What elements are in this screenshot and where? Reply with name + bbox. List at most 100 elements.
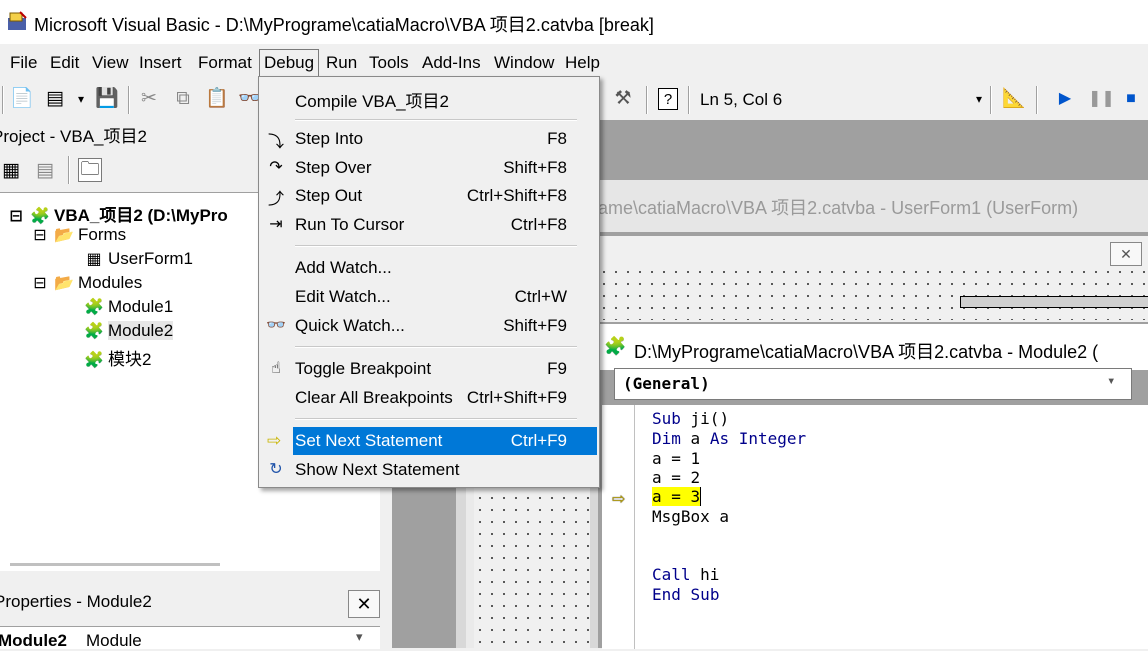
toolbar-separator xyxy=(1036,86,1038,114)
menu-item-shortcut: Ctrl+W xyxy=(514,287,567,306)
tree-forms-folder[interactable]: ⊟ 📂 Forms xyxy=(30,225,126,245)
expand-icon[interactable]: ⊟ xyxy=(30,273,50,293)
menu-separator xyxy=(295,245,577,247)
code-editor[interactable]: ⇨ Sub ji() Dim a As Integer a = 1 a = 2 … xyxy=(602,404,1148,649)
title-bar: Microsoft Visual Basic - D:\MyPrograme\c… xyxy=(0,0,1148,44)
design-mode-icon[interactable]: 📐 xyxy=(1002,88,1026,110)
tree-module2[interactable]: 🧩 Module2 xyxy=(84,321,174,341)
code-line-current: a = 3 xyxy=(652,487,702,506)
paste-icon[interactable]: 📋 xyxy=(205,88,229,110)
find-icon[interactable]: 👓 xyxy=(238,88,262,110)
userform-canvas[interactable] xyxy=(598,266,1148,320)
menu-help[interactable]: Help xyxy=(565,53,600,73)
pause-icon[interactable]: ❚❚ xyxy=(1088,88,1115,110)
tree-module1-label: Module1 xyxy=(108,297,174,316)
horizontal-scrollbar[interactable] xyxy=(10,563,220,566)
menu-item-clear-breakpoints[interactable]: Clear All Breakpoints Ctrl+Shift+F9 xyxy=(259,384,599,412)
menu-item-add-watch[interactable]: Add Watch... xyxy=(259,254,599,282)
expand-icon[interactable]: ⊟ xyxy=(6,206,26,226)
userform-icon: ▦ xyxy=(86,251,102,268)
menu-item-quick-watch[interactable]: 👓 Quick Watch... Shift+F9 xyxy=(259,312,599,340)
tree-module-cn[interactable]: 🧩 模块2 xyxy=(84,345,151,370)
tree-root[interactable]: ⊟ 🧩 VBA_项目2 (D:\MyPro xyxy=(6,201,228,226)
window-title: Microsoft Visual Basic - D:\MyPrograme\c… xyxy=(34,15,654,35)
project-panel-caption: Project - VBA_项目2 xyxy=(0,120,258,148)
menu-item-run-to-cursor[interactable]: ⇥ Run To Cursor Ctrl+F8 xyxy=(259,211,599,239)
menu-insert[interactable]: Insert xyxy=(139,53,182,73)
folder-icon: 📂 xyxy=(54,275,74,292)
menu-file[interactable]: File xyxy=(10,53,37,73)
menu-item-label: Quick Watch... xyxy=(295,316,405,335)
stop-icon[interactable]: ■ xyxy=(1120,88,1142,110)
copy-icon[interactable]: ⧉ xyxy=(172,88,194,110)
userform-window-titlebar: ame\catiaMacro\VBA 项目2.catvba - UserForm… xyxy=(598,180,1148,232)
view-object-icon[interactable]: 📄 xyxy=(10,88,34,110)
tree-modules-folder[interactable]: ⊟ 📂 Modules xyxy=(30,273,142,293)
menu-item-shortcut: F8 xyxy=(547,129,567,148)
menu-item-set-next-statement[interactable]: Set Next Statement Ctrl+F9 xyxy=(293,427,597,455)
menu-item-label: Set Next Statement xyxy=(295,431,443,450)
code-line-10: End Sub xyxy=(652,585,720,604)
code-margin[interactable]: ⇨ xyxy=(602,405,635,649)
menu-item-label: Edit Watch... xyxy=(295,287,391,306)
step-out-icon: ⤴ xyxy=(267,191,284,208)
object-combo[interactable]: (General) ▾ xyxy=(614,368,1132,400)
toolbar-separator xyxy=(688,86,690,114)
menu-run[interactable]: Run xyxy=(326,53,357,73)
menu-item-step-over[interactable]: ↷ Step Over Shift+F8 xyxy=(259,154,599,182)
menu-separator xyxy=(295,119,577,121)
resize-handle-bar[interactable] xyxy=(960,296,1148,308)
cut-icon[interactable]: ✂ xyxy=(138,88,160,110)
menu-item-edit-watch[interactable]: Edit Watch... Ctrl+W xyxy=(259,283,599,311)
menu-separator xyxy=(295,346,577,348)
dropdown-arrow-icon[interactable]: ▾ xyxy=(70,88,92,110)
view-object-icon[interactable]: ▤ xyxy=(34,160,56,182)
userform-design-grid[interactable] xyxy=(474,480,590,648)
menu-edit[interactable]: Edit xyxy=(50,53,79,73)
menu-debug[interactable]: Debug xyxy=(259,49,320,77)
toolbar-separator xyxy=(646,86,648,114)
menu-item-label: Toggle Breakpoint xyxy=(295,359,432,378)
tree-userform1[interactable]: ▦ UserForm1 xyxy=(84,249,193,269)
menu-item-compile[interactable]: Compile VBA_项目2 xyxy=(259,83,599,111)
close-icon[interactable]: ✕ xyxy=(1110,242,1142,266)
properties-panel-title: Properties - Module2 xyxy=(0,592,152,611)
menu-item-step-into[interactable]: ⤵ Step Into F8 xyxy=(259,125,599,153)
expand-icon[interactable]: ⊟ xyxy=(30,225,50,245)
project-toolbar: ▦ ▤ 🗀 xyxy=(0,152,258,190)
toggle-folders-icon[interactable]: 🗀 xyxy=(78,158,102,182)
module-window-title: D:\MyPrograme\catiaMacro\VBA 项目2.catvba … xyxy=(634,342,1099,362)
vba-app-icon xyxy=(6,10,28,32)
toolbox-icon[interactable]: ⚒ xyxy=(612,88,634,110)
menu-item-toggle-breakpoint[interactable]: ☝ Toggle Breakpoint F9 xyxy=(259,355,599,383)
insert-userform-icon[interactable]: ▤ xyxy=(44,88,66,110)
close-icon[interactable]: ✕ xyxy=(348,590,380,618)
properties-object-combo[interactable]: Module2 Module ▾ xyxy=(0,626,380,650)
module-icon: 🧩 xyxy=(84,299,104,316)
menu-format[interactable]: Format xyxy=(198,53,252,73)
tree-module1[interactable]: 🧩 Module1 xyxy=(84,297,173,317)
save-icon[interactable]: 💾 xyxy=(95,88,119,110)
menu-item-show-next-statement[interactable]: ↻ Show Next Statement xyxy=(259,456,599,484)
chevron-down-icon[interactable]: ▾ xyxy=(1107,373,1115,389)
menu-item-step-out[interactable]: ⤴ Step Out Ctrl+Shift+F8 xyxy=(259,182,599,210)
show-next-icon: ↻ xyxy=(269,461,283,478)
chevron-down-icon[interactable]: ▾ xyxy=(356,629,363,645)
step-over-icon: ↷ xyxy=(269,159,283,176)
code-line-1: Sub ji() xyxy=(652,409,730,428)
menu-item-label: Step Over xyxy=(295,158,372,177)
glasses-icon: 👓 xyxy=(266,317,286,334)
run-icon[interactable]: ▶ xyxy=(1054,88,1076,110)
menu-view[interactable]: View xyxy=(92,53,129,73)
toolbar-dropdown-icon[interactable]: ▾ xyxy=(968,88,990,110)
code-line-6: MsgBox a xyxy=(652,507,730,526)
view-code-icon[interactable]: ▦ xyxy=(0,160,22,182)
menu-item-label: Show Next Statement xyxy=(295,460,460,479)
menu-add-ins[interactable]: Add-Ins xyxy=(422,53,481,73)
menu-window[interactable]: Window xyxy=(494,53,554,73)
hand-icon: ☝ xyxy=(271,360,281,377)
code-line-9: Call hi xyxy=(652,565,720,584)
menu-item-shortcut: Shift+F8 xyxy=(503,158,567,177)
help-icon[interactable]: ? xyxy=(658,88,678,110)
menu-tools[interactable]: Tools xyxy=(369,53,409,73)
